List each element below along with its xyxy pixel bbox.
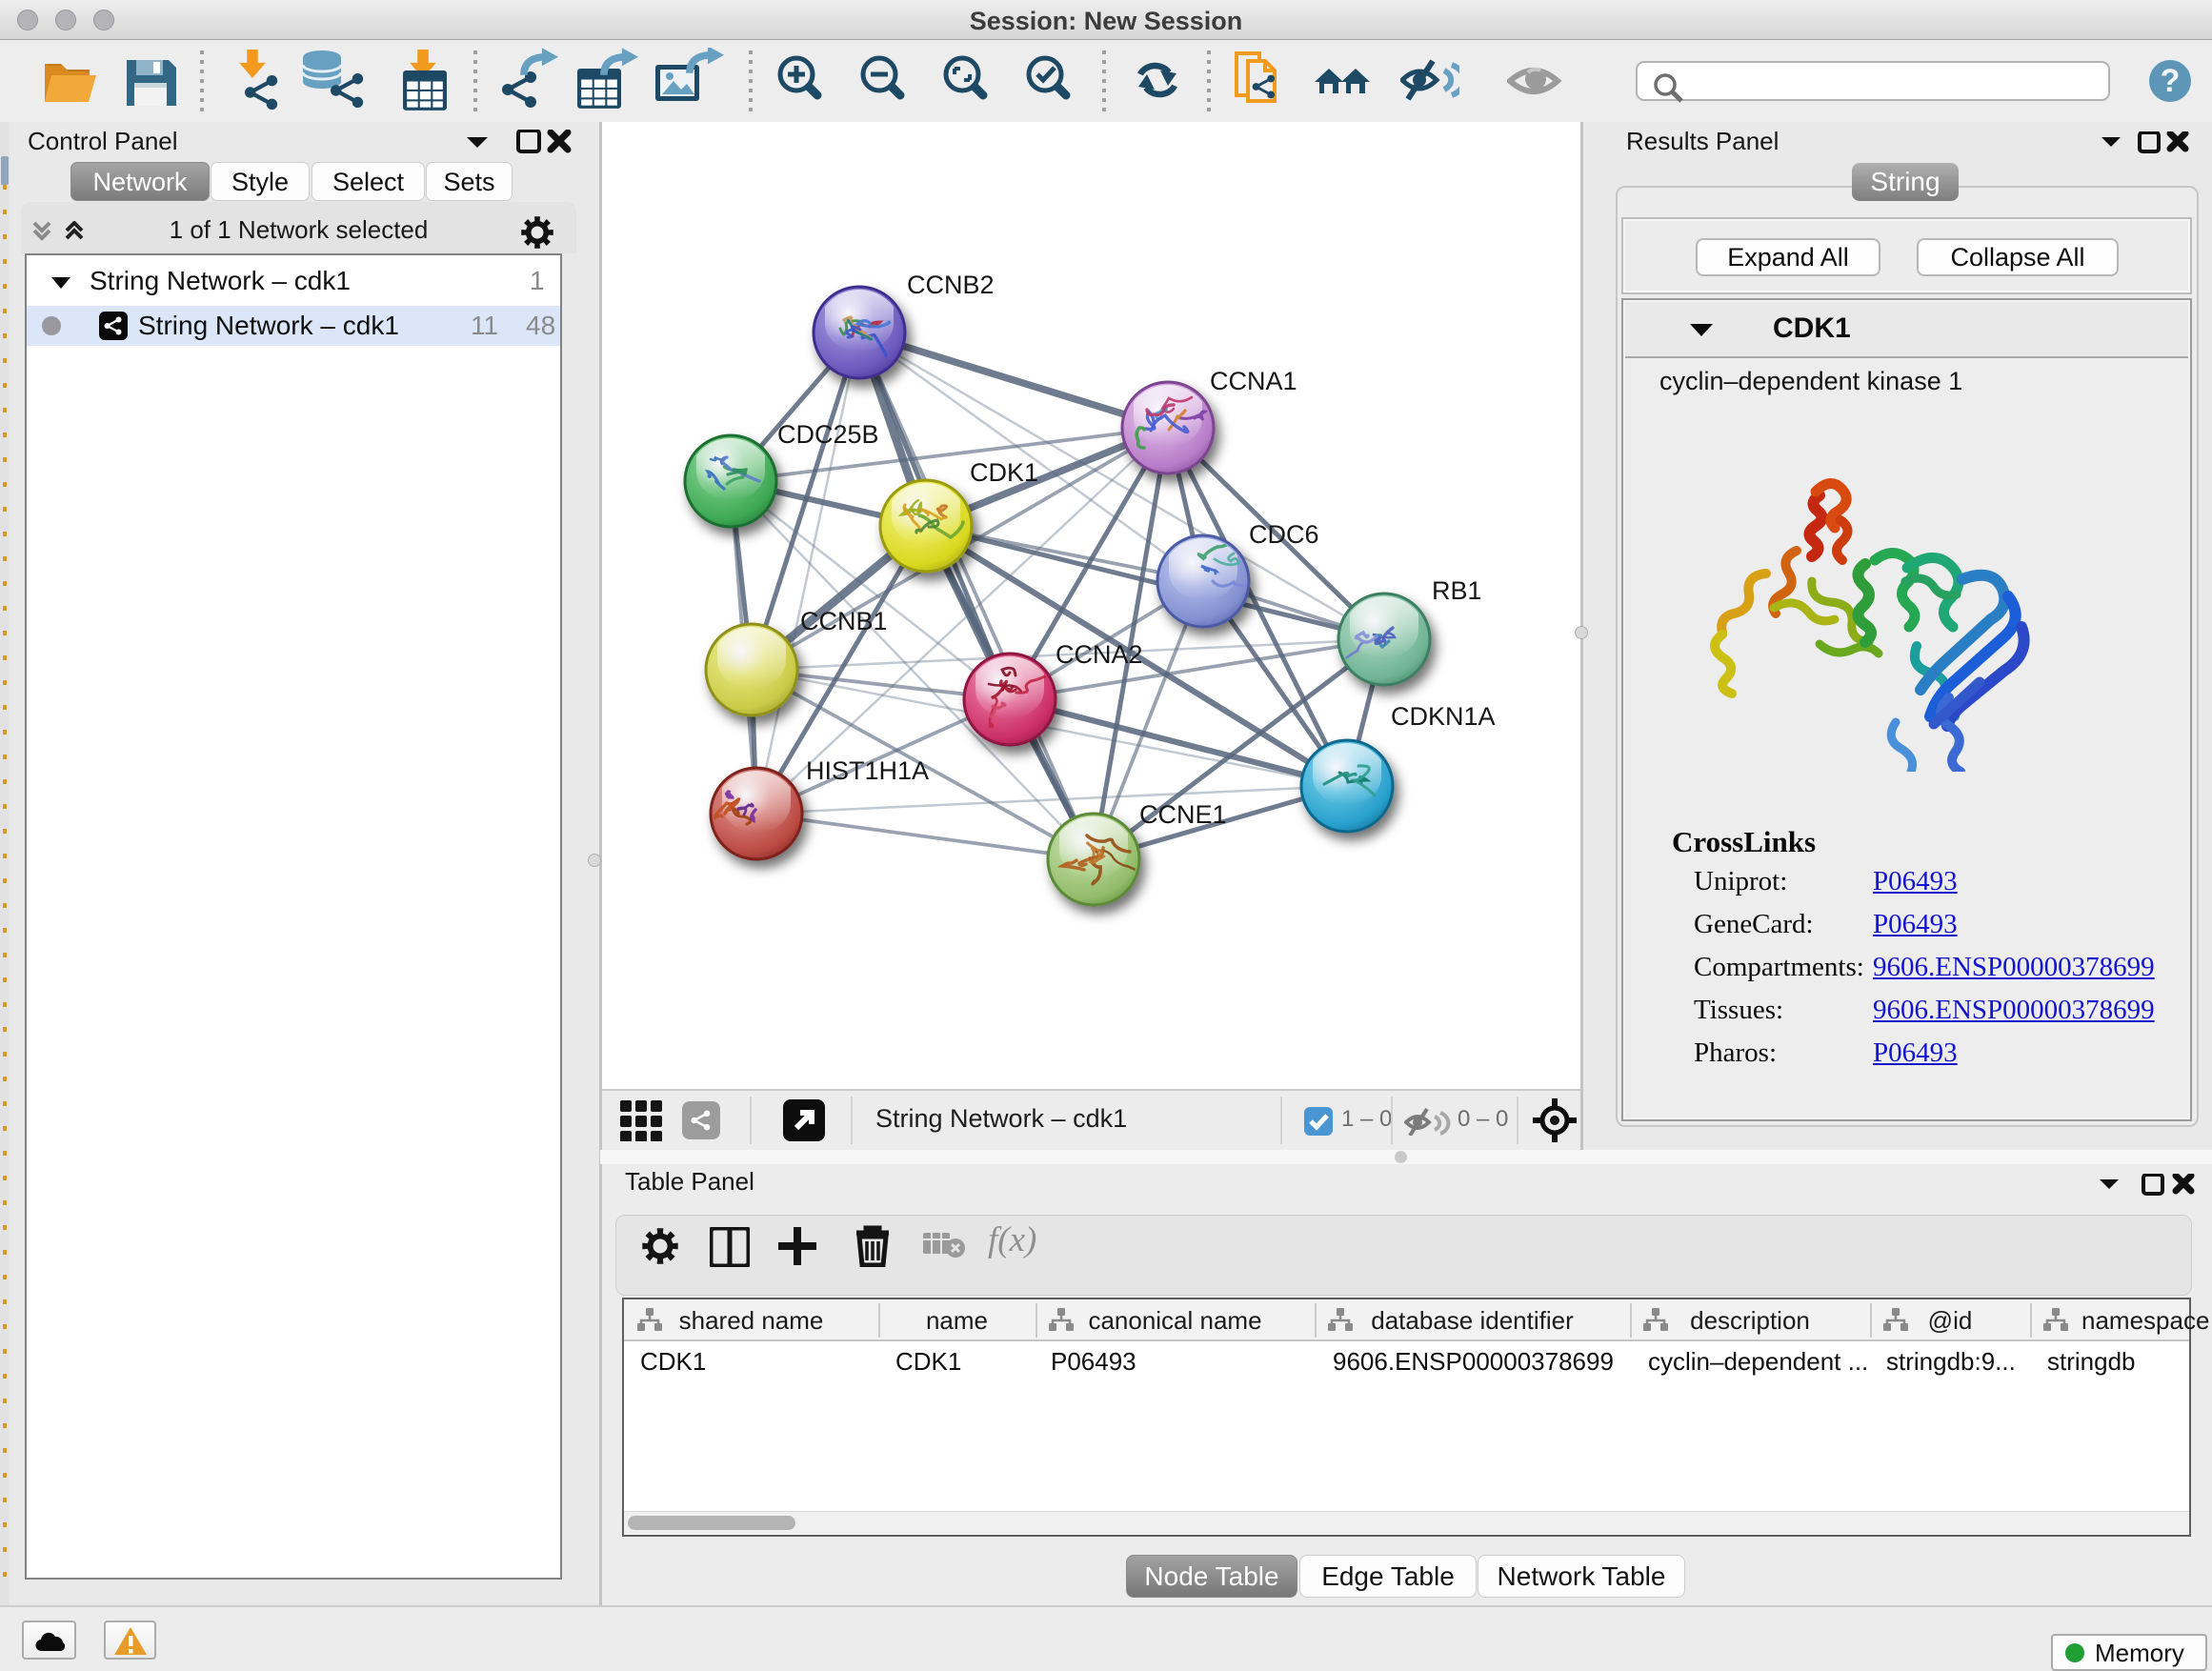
svg-text:CDC6: CDC6 [1249, 520, 1319, 549]
svg-text:RB1: RB1 [1432, 576, 1482, 605]
svg-text:CCNA2: CCNA2 [1056, 640, 1143, 669]
svg-text:CCNB2: CCNB2 [907, 271, 995, 299]
svg-text:CCNE1: CCNE1 [1139, 800, 1227, 829]
svg-text:CDC25B: CDC25B [777, 420, 879, 449]
svg-text:CCNB1: CCNB1 [800, 607, 888, 635]
svg-text:CDK1: CDK1 [970, 458, 1038, 487]
svg-text:HIST1H1A: HIST1H1A [806, 756, 929, 785]
svg-text:CDKN1A: CDKN1A [1391, 702, 1496, 731]
svg-text:CCNA1: CCNA1 [1210, 367, 1297, 395]
